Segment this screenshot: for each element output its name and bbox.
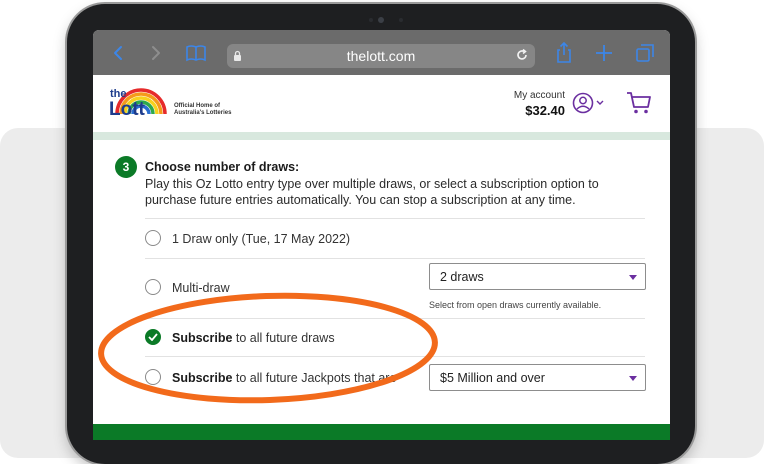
- cart-icon[interactable]: [626, 91, 652, 120]
- subscribe-jackpots-label[interactable]: Subscribe to all future Jackpots that ar…: [172, 371, 396, 385]
- account-icon[interactable]: [572, 92, 606, 119]
- footer-action-bar: [93, 424, 670, 440]
- draws-panel: 3 Choose number of draws: Play this Oz L…: [93, 140, 670, 440]
- divider: [145, 258, 645, 259]
- browser-screen: thelott.com the Lott Official Home of Au…: [93, 30, 670, 440]
- url-text: thelott.com: [346, 48, 416, 64]
- sensor-dot: [399, 18, 403, 22]
- new-tab-icon[interactable]: [593, 43, 615, 63]
- single-draw-label[interactable]: 1 Draw only (Tue, 17 May 2022): [172, 232, 350, 246]
- subscribe-jackpots-radio[interactable]: [145, 369, 161, 385]
- site-header: the Lott Official Home of Australia's Lo…: [93, 75, 670, 132]
- step-number-badge: 3: [115, 156, 137, 178]
- single-draw-radio[interactable]: [145, 230, 161, 246]
- account-label: My account: [513, 90, 565, 101]
- camera: [378, 17, 384, 23]
- subscribe-all-radio[interactable]: [145, 329, 161, 345]
- tagline: Official Home of Australia's Lotteries: [174, 103, 232, 116]
- draw-count-value: 2 draws: [440, 270, 484, 284]
- divider: [145, 218, 645, 219]
- header-divider: [93, 132, 670, 140]
- subscribe-all-label[interactable]: Subscribe to all future draws: [172, 331, 335, 345]
- step-title: Choose number of draws:: [145, 160, 300, 174]
- divider: [145, 356, 645, 357]
- share-icon[interactable]: [553, 42, 575, 63]
- svg-text:Lott: Lott: [109, 99, 146, 118]
- draw-count-select[interactable]: 2 draws: [429, 263, 646, 290]
- caret-down-icon: [629, 275, 637, 280]
- multi-draw-label[interactable]: Multi-draw: [172, 281, 230, 295]
- jackpot-threshold-select[interactable]: $5 Million and over: [429, 364, 646, 391]
- tabs-icon[interactable]: [634, 43, 656, 63]
- draw-count-help: Select from open draws currently availab…: [429, 300, 602, 310]
- address-bar[interactable]: thelott.com: [227, 44, 535, 68]
- the-lott-logo[interactable]: the Lott: [109, 82, 171, 123]
- bookmarks-icon[interactable]: [185, 43, 207, 63]
- back-icon[interactable]: [107, 43, 129, 63]
- account-balance: $32.40: [525, 103, 565, 118]
- divider: [145, 318, 645, 319]
- step-description: Play this Oz Lotto entry type over multi…: [145, 177, 599, 207]
- multi-draw-radio[interactable]: [145, 279, 161, 295]
- sensor-dot: [369, 18, 373, 22]
- forward-icon[interactable]: [145, 43, 167, 63]
- caret-down-icon: [629, 376, 637, 381]
- check-icon: [148, 333, 158, 341]
- jackpot-threshold-value: $5 Million and over: [440, 371, 545, 385]
- reload-icon[interactable]: [515, 48, 529, 67]
- browser-toolbar: thelott.com: [93, 30, 670, 75]
